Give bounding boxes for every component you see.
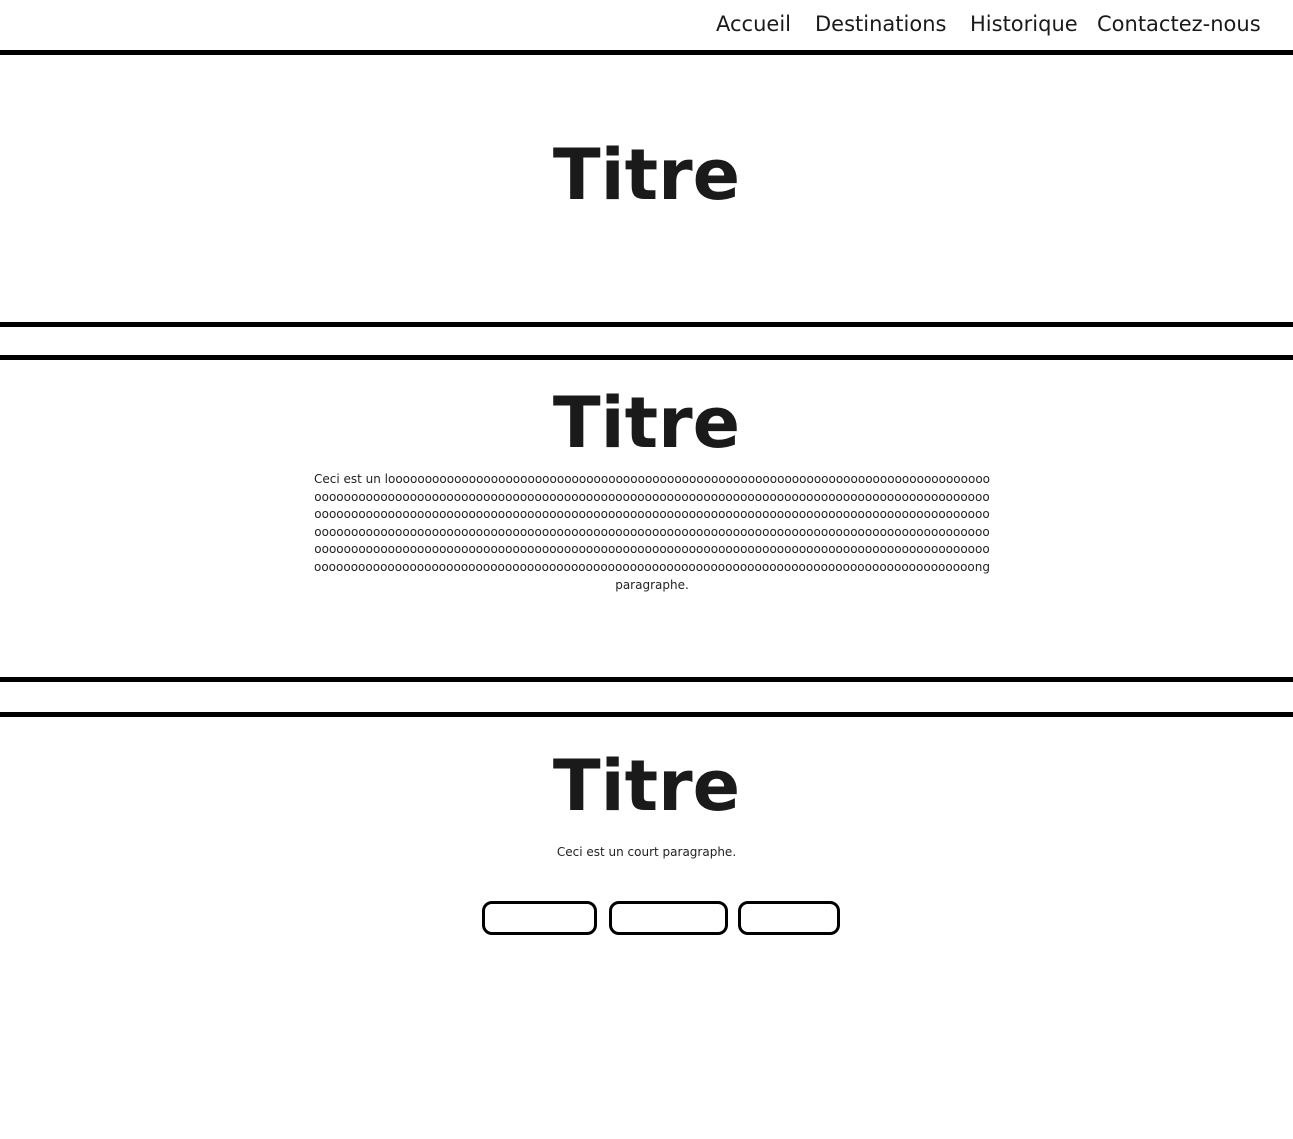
- long-paragraph: Ceci est un looooooooooooooooooooooooooo…: [313, 472, 991, 592]
- long-section-bottom-divider: [0, 677, 1293, 682]
- nav-link-accueil[interactable]: Accueil: [716, 9, 791, 39]
- header-divider: [0, 50, 1293, 55]
- long-section-top-divider: [0, 355, 1293, 360]
- hero-bottom-divider: [0, 322, 1293, 327]
- long-section-title: Titre: [552, 382, 741, 464]
- action-button-1[interactable]: [482, 901, 597, 935]
- top-navigation: Accueil Destinations Historique Contacte…: [0, 0, 1293, 50]
- action-button-3[interactable]: [738, 901, 840, 935]
- action-button-2[interactable]: [609, 901, 728, 935]
- hero-title: Titre: [552, 134, 741, 216]
- nav-link-historique[interactable]: Historique: [970, 9, 1078, 39]
- nav-link-contactez-nous[interactable]: Contactez-nous: [1097, 9, 1261, 39]
- nav-link-destinations[interactable]: Destinations: [815, 9, 946, 39]
- short-paragraph: Ceci est un court paragraphe.: [556, 845, 737, 859]
- short-section-top-divider: [0, 712, 1293, 717]
- short-section-title: Titre: [552, 745, 741, 827]
